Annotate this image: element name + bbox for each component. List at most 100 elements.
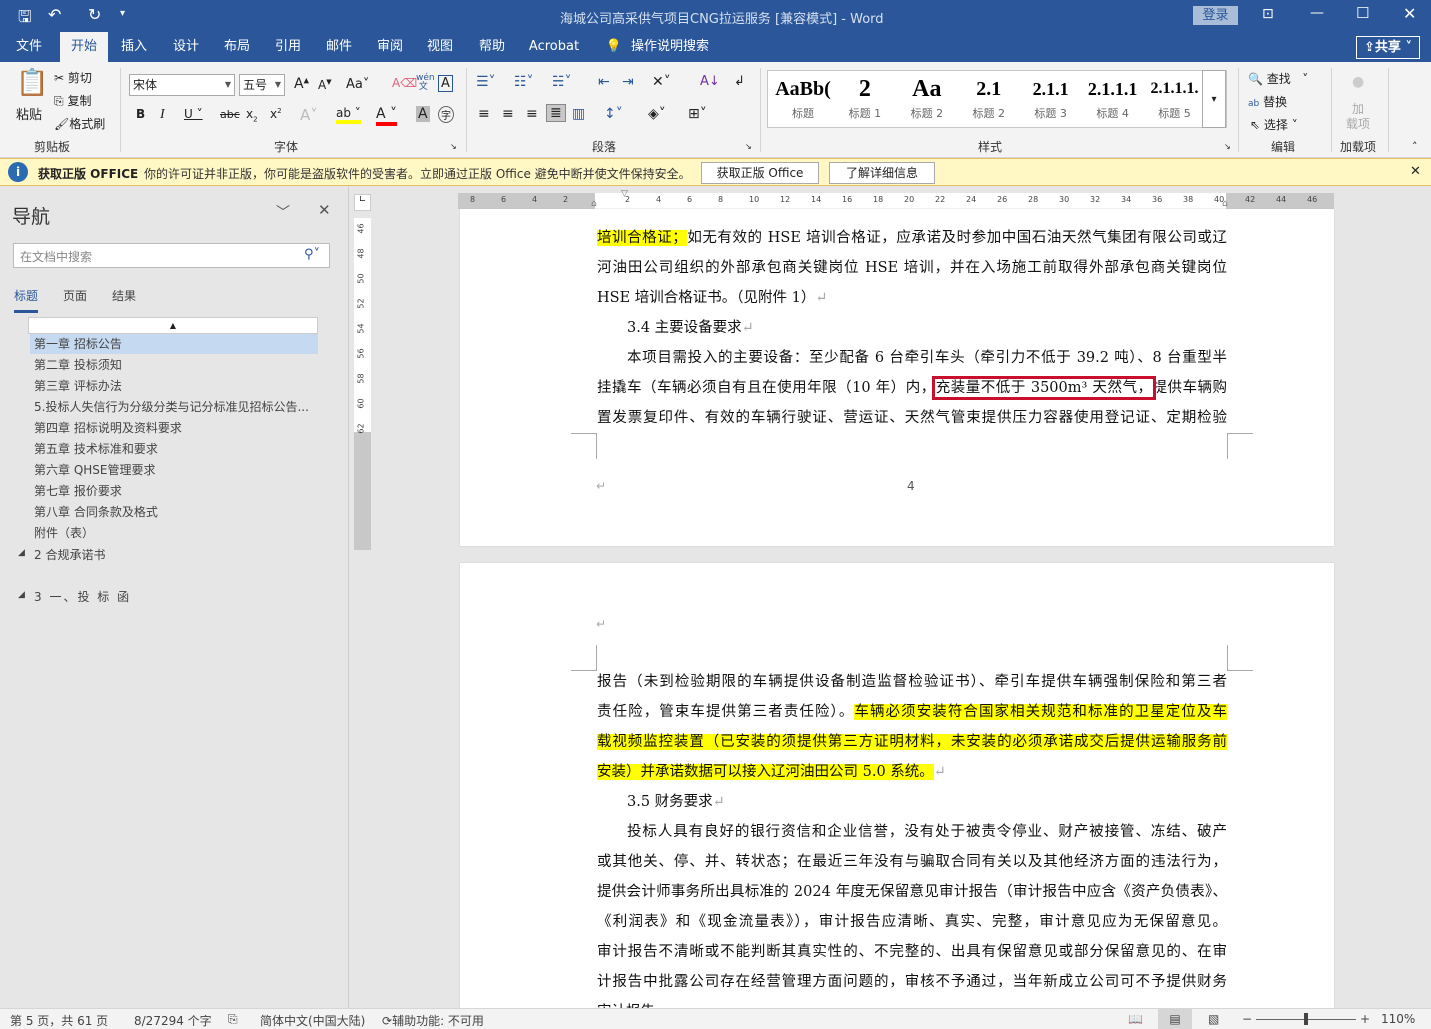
copy-button[interactable]: ⎘ 复制 <box>54 92 91 109</box>
style-item[interactable]: AaBb(标题 <box>772 71 834 129</box>
vertical-ruler[interactable]: 46 48 50 52 54 56 58 60 62 <box>354 218 371 550</box>
italic-icon[interactable]: I <box>160 107 165 123</box>
char-shading-icon[interactable]: A <box>416 106 430 122</box>
clear-format-icon[interactable]: A⌫ <box>392 76 417 90</box>
bullets-icon[interactable]: ☰˅ <box>476 74 496 90</box>
page-count[interactable]: 第 5 页，共 61 页 <box>10 1012 108 1029</box>
undo-icon[interactable]: ↶ <box>48 5 61 24</box>
horizontal-ruler[interactable]: 8 6 4 2 2 4 6 8 10 12 14 16 18 20 22 24 26 28 30 32 34 36 38 40… <box>458 189 1334 209</box>
multilevel-list-icon[interactable]: ☵˅ <box>552 74 572 90</box>
zoom-slider-thumb[interactable] <box>1304 1013 1308 1025</box>
nav-heading-item[interactable]: 第三章 评标办法 <box>30 376 318 396</box>
tab-selector-button[interactable]: ∟ <box>354 194 371 211</box>
redo-icon[interactable]: ↻ <box>88 5 101 24</box>
chinese-layout-icon[interactable]: ✕˅ <box>652 74 671 90</box>
language[interactable]: 简体中文(中国大陆) <box>260 1012 365 1029</box>
shrink-font-icon[interactable]: A▼ <box>318 78 332 92</box>
align-center-icon[interactable]: ≡ <box>502 106 514 122</box>
print-layout-icon[interactable]: ▤ <box>1158 1009 1192 1029</box>
word-count[interactable]: 8/27294 个字 <box>134 1012 212 1029</box>
share-button[interactable]: ⇪共享 ˅ <box>1356 36 1420 59</box>
subscript-icon[interactable]: x2 <box>246 107 258 123</box>
tab-references[interactable]: 引用 <box>266 32 310 62</box>
style-item[interactable]: 2.1.1.1. 标题 5 <box>1144 71 1206 129</box>
ribbon-display-icon[interactable]: ⊡ <box>1262 6 1274 22</box>
tab-home[interactable]: 开始 <box>60 32 108 62</box>
document-page[interactable]: 培训合格证；如无有效的 HSE 培训合格证，应承诺及时参加中国石油天然气集团有限… <box>460 209 1334 546</box>
replace-button[interactable]: ab 替换 <box>1248 93 1287 110</box>
numbering-icon[interactable]: ☷˅ <box>514 74 534 90</box>
nav-tab-results[interactable]: 结果 <box>112 287 136 304</box>
first-line-indent-marker[interactable]: ▽ <box>621 189 628 199</box>
indent-marker[interactable]: ⌂ <box>591 199 597 209</box>
styles-dialog-launcher-icon[interactable]: ↘ <box>1224 142 1231 151</box>
grow-font-icon[interactable]: A▲ <box>294 76 309 92</box>
nav-section-item[interactable]: 2 合规承诺书 <box>34 546 105 563</box>
strikethrough-icon[interactable]: abc <box>220 108 240 121</box>
font-size-select[interactable]: 五号 ▼ <box>239 74 285 96</box>
distributed-icon[interactable]: ▥ <box>572 106 585 122</box>
line-spacing-icon[interactable]: ↕˅ <box>604 106 623 122</box>
nav-search-input[interactable]: 在文档中搜索 ⚲˅ <box>13 243 330 268</box>
zoom-in-button[interactable]: + <box>1360 1012 1370 1026</box>
select-button[interactable]: ⇖ 选择 ˅ <box>1250 116 1298 133</box>
accessibility-status[interactable]: ⟳辅助功能: 不可用 <box>382 1012 484 1029</box>
enclose-char-icon[interactable]: 字 <box>438 106 454 123</box>
tab-layout[interactable]: 布局 <box>215 32 259 62</box>
maximize-icon[interactable]: ☐ <box>1356 4 1369 22</box>
addins-button[interactable]: 加 载项 <box>1346 102 1370 132</box>
nav-heading-item[interactable]: 第五章 技术标准和要求 <box>30 439 318 459</box>
collapse-triangle-icon[interactable]: ◢ <box>18 548 25 558</box>
tab-insert[interactable]: 插入 <box>112 32 156 62</box>
nav-heading-item[interactable]: 第一章 招标公告 <box>30 334 318 354</box>
font-dialog-launcher-icon[interactable]: ↘ <box>450 142 457 151</box>
decrease-indent-icon[interactable]: ⇤ <box>598 74 610 90</box>
superscript-icon[interactable]: x2 <box>270 107 282 121</box>
tab-design[interactable]: 设计 <box>164 32 208 62</box>
nav-options-chevron-icon[interactable]: ﹀ <box>276 202 290 222</box>
style-item[interactable]: 2.1.1 标题 3 <box>1020 71 1082 129</box>
close-icon[interactable]: ✕ <box>1403 4 1416 23</box>
borders-icon[interactable]: ⊞˅ <box>688 106 707 122</box>
align-right-icon[interactable]: ≡ <box>526 106 538 122</box>
document-page[interactable]: 报告（未到检验期限的车辆提供设备制造监督检验证书）、牵引车提供车辆强制保险和第三… <box>460 563 1334 1023</box>
style-item[interactable]: 2 标题 1 <box>834 71 896 129</box>
nav-heading-item[interactable]: 第八章 合同条款及格式 <box>30 502 318 522</box>
collapse-ribbon-icon[interactable]: ˄ <box>1412 140 1418 153</box>
nav-tab-pages[interactable]: 页面 <box>63 287 87 304</box>
read-mode-icon[interactable]: 📖 <box>1128 1012 1143 1026</box>
customize-toolbar-icon[interactable]: ▾ <box>120 8 125 19</box>
nav-heading-item[interactable]: 附件（表） <box>30 523 318 543</box>
right-indent-marker[interactable]: ⌂ <box>1222 199 1228 209</box>
style-item[interactable]: 2.1.1.1 标题 4 <box>1082 71 1144 129</box>
nav-heading-item[interactable]: 第七章 报价要求 <box>30 481 318 501</box>
styles-more-button[interactable]: ▾ <box>1202 70 1226 128</box>
nav-heading-item[interactable]: 第四章 招标说明及资料要求 <box>30 418 318 438</box>
underline-icon[interactable]: U ˅ <box>184 107 203 121</box>
tab-mailings[interactable]: 邮件 <box>317 32 361 62</box>
nav-heading-item[interactable]: 第二章 投标须知 <box>30 355 318 375</box>
get-genuine-button[interactable]: 获取正版 Office <box>701 162 819 184</box>
search-icon[interactable]: ⚲˅ <box>304 247 320 262</box>
tell-me-search[interactable]: 操作说明搜索 <box>628 32 712 62</box>
style-item[interactable]: 2.1 标题 2 <box>958 71 1020 129</box>
char-border-icon[interactable]: A <box>438 75 453 92</box>
nav-heading-item[interactable]: 5.投标人失信行为分级分类与记分标准见招标公告... <box>30 397 318 417</box>
scroll-up-button[interactable]: ▲ <box>28 317 318 334</box>
tab-file[interactable]: 文件 <box>8 32 50 62</box>
close-warning-icon[interactable]: ✕ <box>1410 164 1421 179</box>
find-button[interactable]: 🔍 查找 ˅ <box>1248 70 1308 87</box>
tab-view[interactable]: 视图 <box>418 32 462 62</box>
login-button[interactable]: 登录 <box>1193 6 1238 25</box>
collapse-triangle-icon[interactable]: ◢ <box>18 590 25 600</box>
save-icon[interactable]: 🖫 <box>18 6 32 33</box>
minimize-icon[interactable]: — <box>1310 5 1324 21</box>
text-effects-icon[interactable]: A˅ <box>300 106 318 124</box>
nav-close-icon[interactable]: ✕ <box>318 201 331 219</box>
increase-indent-icon[interactable]: ⇥ <box>622 74 634 90</box>
proofing-icon[interactable]: ⎘ <box>228 1012 238 1027</box>
align-left-icon[interactable]: ≡ <box>478 106 490 122</box>
sort-icon[interactable]: A↓ <box>700 74 720 89</box>
phonetic-guide-icon[interactable]: wén 文 <box>416 74 435 92</box>
nav-heading-item[interactable]: 第六章 QHSE管理要求 <box>30 460 318 480</box>
